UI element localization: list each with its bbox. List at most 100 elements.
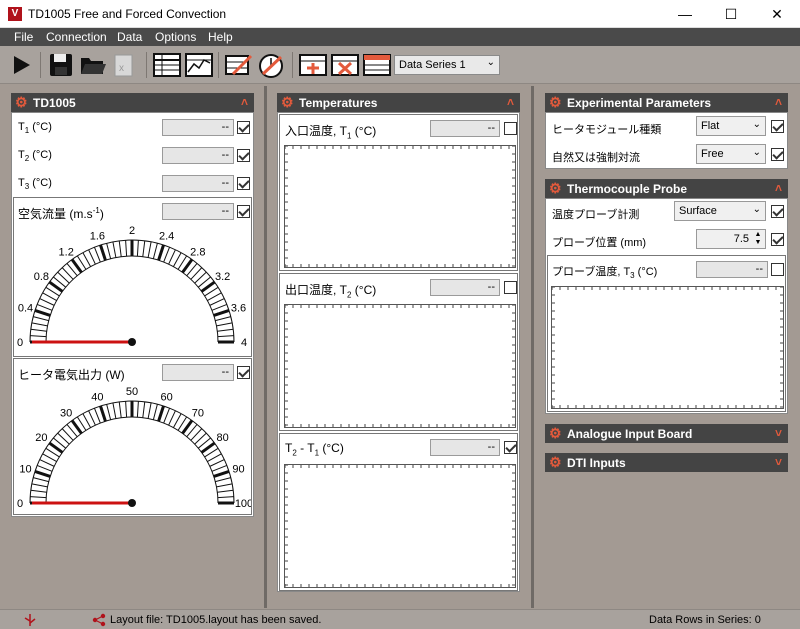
table-view-icon[interactable] xyxy=(152,50,182,80)
t2-label: T2 (°C) xyxy=(18,149,52,164)
graph-view-icon[interactable] xyxy=(184,50,214,80)
menu-data[interactable]: Data xyxy=(117,30,142,44)
delete-row-icon[interactable] xyxy=(330,50,360,80)
gauge-minor-tick xyxy=(152,243,158,259)
probe-position-spinner[interactable]: 7.5 ▲ ▼ xyxy=(696,229,766,249)
t2-checkbox[interactable] xyxy=(237,149,250,162)
gauge-minor-tick xyxy=(168,410,176,426)
panel-title: TD1005 xyxy=(33,96,76,110)
airflow-checkbox[interactable] xyxy=(237,205,250,218)
gauge-tick-label: 0.4 xyxy=(18,302,33,314)
data-series-select[interactable]: Data Series 1 ⌄ xyxy=(394,55,500,75)
gauge-tick-label: 90 xyxy=(232,463,244,475)
gauge-minor-tick xyxy=(216,483,233,488)
panel-header-experimental[interactable]: ⚙ Experimental Parameters ˄ xyxy=(545,93,788,112)
probe-position-checkbox[interactable] xyxy=(771,233,784,246)
gauge-minor-tick xyxy=(125,240,128,257)
gauge-minor-tick xyxy=(88,410,96,426)
panel-header-td1005[interactable]: ⚙ TD1005 ˄ xyxy=(11,93,254,112)
menu-connection[interactable]: Connection xyxy=(46,30,107,44)
inlet-temp-plot[interactable] xyxy=(284,145,516,268)
spinner-arrows-icon[interactable]: ▲ ▼ xyxy=(752,231,764,247)
series-table-icon[interactable] xyxy=(362,50,392,80)
gauge-minor-tick xyxy=(125,401,128,418)
gauge-tick-label: 1.2 xyxy=(59,246,74,258)
gauge-minor-tick xyxy=(147,241,152,258)
gauge-tick-label: 20 xyxy=(35,432,47,444)
open-folder-icon[interactable] xyxy=(78,50,108,80)
maximize-button[interactable]: ☐ xyxy=(708,0,754,28)
panel-header-temperatures[interactable]: ⚙ Temperatures ˄ xyxy=(277,93,520,112)
probe-temp-checkbox[interactable] xyxy=(771,263,784,276)
column-divider[interactable] xyxy=(264,86,267,608)
gauge-minor-tick xyxy=(147,402,152,419)
delta-temp-plot[interactable] xyxy=(284,464,516,588)
heater-module-select[interactable]: Flat ⌄ xyxy=(696,116,766,136)
play-icon[interactable] xyxy=(6,50,36,80)
t3-label: T3 (°C) xyxy=(18,177,52,192)
gauge-major-tick xyxy=(99,405,107,422)
chevron-down-icon: ⌄ xyxy=(752,119,761,130)
usb-icon xyxy=(24,614,36,626)
gauge-minor-tick xyxy=(106,404,112,420)
outlet-temp-plot[interactable] xyxy=(284,304,516,428)
heater-module-value: Flat xyxy=(701,120,720,132)
probe-temp-plot[interactable] xyxy=(551,286,784,409)
delta-temp-checkbox[interactable] xyxy=(504,441,517,454)
gauge-minor-tick xyxy=(39,459,55,467)
heater-checkbox[interactable] xyxy=(237,366,250,379)
gauge-minor-tick xyxy=(207,453,222,463)
close-button[interactable]: ✕ xyxy=(754,0,800,28)
convection-select[interactable]: Free ⌄ xyxy=(696,144,766,164)
collapse-up-icon[interactable]: ˄ xyxy=(507,95,514,109)
minimize-button[interactable]: — xyxy=(662,0,708,28)
plot-axis-ticks xyxy=(285,305,515,427)
gauge-minor-tick xyxy=(82,252,92,267)
expand-down-icon[interactable]: ˅ xyxy=(775,426,782,440)
collapse-up-icon[interactable]: ˄ xyxy=(241,95,248,109)
edit-table-icon[interactable] xyxy=(224,50,254,80)
menu-file[interactable]: File xyxy=(14,30,33,44)
save-icon[interactable] xyxy=(46,50,76,80)
gauge-minor-tick xyxy=(30,489,47,493)
outlet-temp-checkbox[interactable] xyxy=(504,281,517,294)
gauge-tick-label: 3.2 xyxy=(215,271,230,283)
timer-icon[interactable] xyxy=(256,50,286,80)
collapse-up-icon[interactable]: ˄ xyxy=(775,181,782,195)
probe-measure-checkbox[interactable] xyxy=(771,205,784,218)
gauge-tick-label: 0 xyxy=(17,337,23,349)
menu-options[interactable]: Options xyxy=(155,30,196,44)
chevron-down-icon: ⌄ xyxy=(752,204,761,215)
menu-help[interactable]: Help xyxy=(208,30,233,44)
gear-icon: ⚙ xyxy=(549,180,562,196)
add-row-icon[interactable] xyxy=(298,50,328,80)
status-bar: Layout file: TD1005.layout has been save… xyxy=(0,609,800,629)
gauge-minor-tick xyxy=(30,335,47,338)
probe-measure-value: Surface xyxy=(679,205,717,217)
gauge-minor-tick xyxy=(33,477,49,483)
gear-icon: ⚙ xyxy=(549,94,562,110)
toolbar-separator xyxy=(292,52,293,78)
gauge-tick-label: 1.6 xyxy=(90,230,105,242)
column-divider[interactable] xyxy=(531,86,534,608)
inlet-temp-checkbox[interactable] xyxy=(504,122,517,135)
export-excel-icon[interactable]: x xyxy=(108,50,138,80)
inlet-temp-chart-frame: 入口温度, T1 (°C) -- xyxy=(279,114,518,271)
expand-down-icon[interactable]: ˅ xyxy=(775,455,782,469)
gauge-minor-tick xyxy=(215,477,231,483)
panel-header-analogue[interactable]: ⚙ Analogue Input Board ˅ xyxy=(545,424,788,443)
collapse-up-icon[interactable]: ˄ xyxy=(775,95,782,109)
heater-module-checkbox[interactable] xyxy=(771,120,784,133)
gauge-minor-tick xyxy=(118,401,122,418)
gauge-minor-tick xyxy=(39,298,55,306)
t3-checkbox[interactable] xyxy=(237,177,250,190)
inlet-temp-value: -- xyxy=(430,120,500,137)
t1-checkbox[interactable] xyxy=(237,121,250,134)
gauge-minor-tick xyxy=(30,328,47,332)
panel-header-probe[interactable]: ⚙ Thermocouple Probe ˄ xyxy=(545,179,788,198)
probe-temp-label: プローブ温度, T3 (°C) xyxy=(552,266,658,281)
probe-measure-select[interactable]: Surface ⌄ xyxy=(674,201,766,221)
convection-checkbox[interactable] xyxy=(771,148,784,161)
panel-header-dti[interactable]: ⚙ DTI Inputs ˅ xyxy=(545,453,788,472)
probe-temp-value: -- xyxy=(696,261,768,278)
